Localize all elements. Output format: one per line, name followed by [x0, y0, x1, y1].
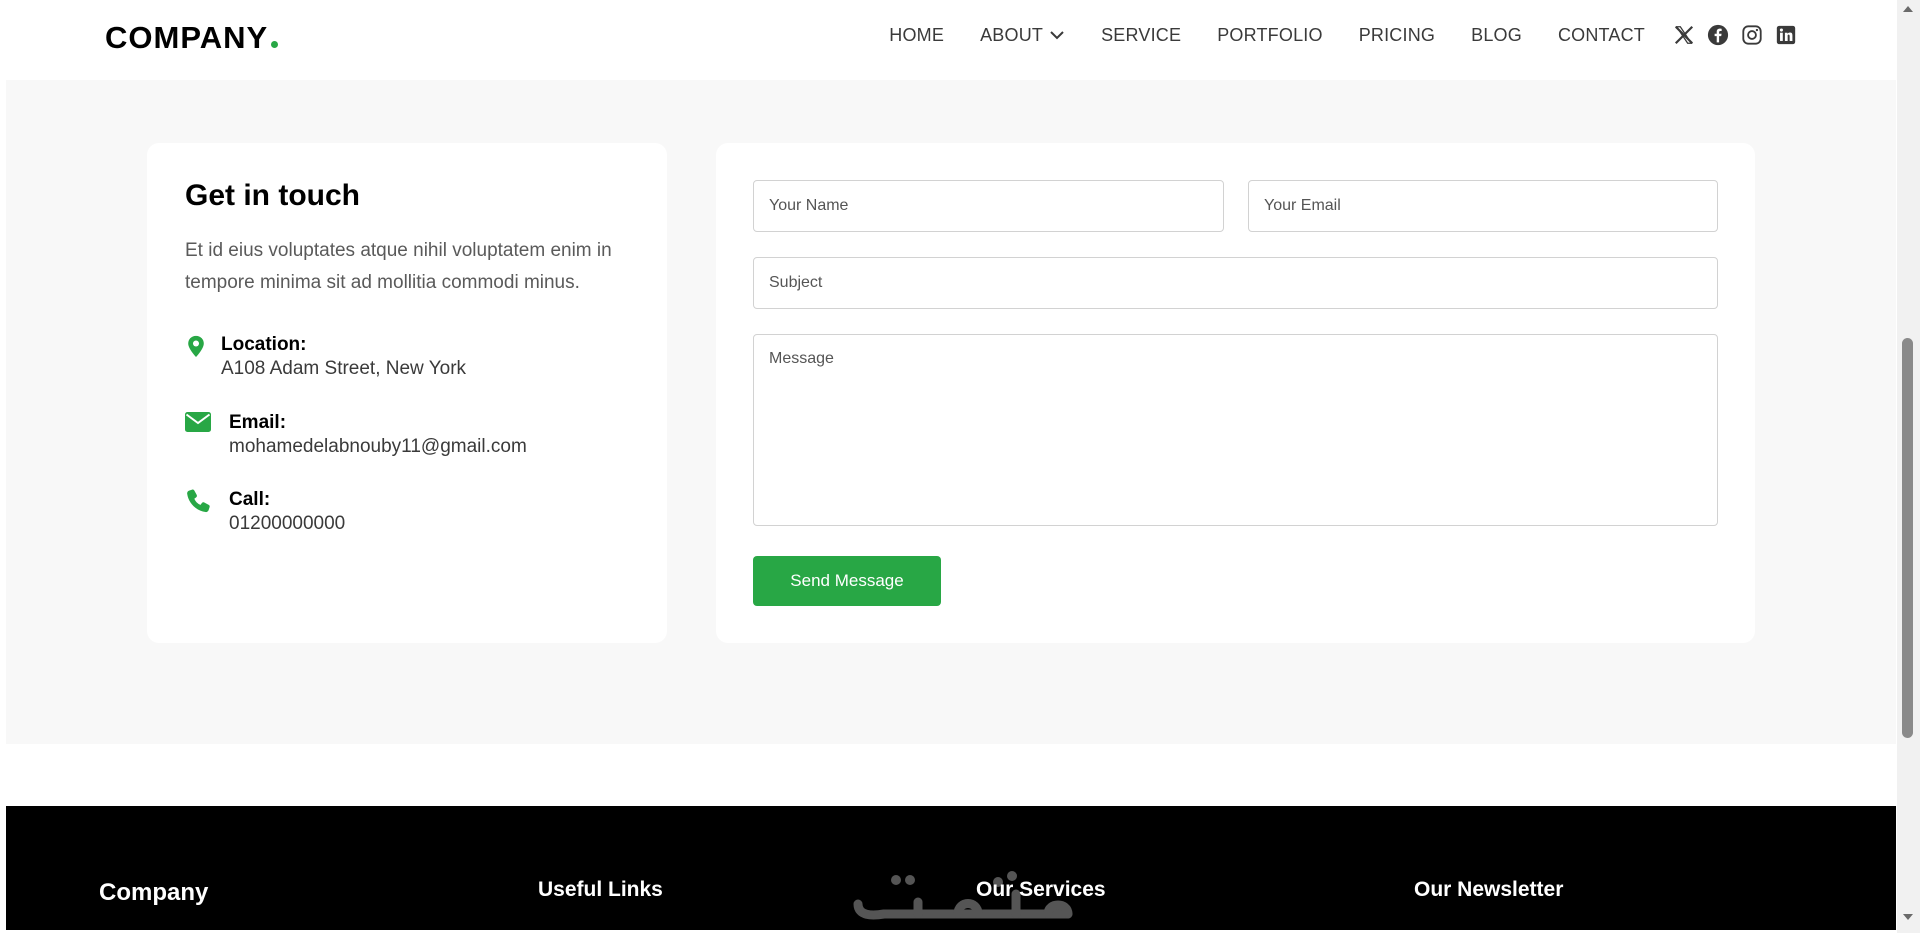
footer-company-heading: Company	[99, 879, 209, 906]
scroll-up-arrow-icon[interactable]	[1903, 6, 1913, 12]
nav-home[interactable]: HOME	[889, 25, 944, 46]
email-input[interactable]	[1248, 180, 1718, 232]
site-footer: Company Useful Links Our Services Our Ne…	[6, 806, 1896, 930]
footer-services-heading: Our Services	[976, 878, 1106, 901]
x-icon[interactable]	[1673, 24, 1695, 46]
contact-info-card: Get in touch Et id eius voluptates atque…	[147, 143, 667, 643]
nav-about[interactable]: ABOUT	[980, 25, 1065, 46]
page-viewport: COMPANY HOME ABOUT SERVICE PORTFOLIO PRI…	[6, 0, 1896, 930]
logo-dot	[271, 41, 279, 48]
scroll-down-arrow-icon[interactable]	[1903, 914, 1913, 920]
nav-about-label: ABOUT	[980, 24, 1044, 45]
call-value[interactable]: 01200000000	[229, 512, 345, 536]
location-label: Location:	[221, 334, 307, 355]
social-links	[1673, 24, 1797, 46]
nav-portfolio[interactable]: PORTFOLIO	[1217, 25, 1323, 46]
nav-home-label: HOME	[889, 24, 945, 45]
email-value[interactable]: mohamedelabnouby11@gmail.com	[229, 435, 527, 459]
nav-blog[interactable]: BLOG	[1471, 25, 1522, 46]
nav-service[interactable]: SERVICE	[1101, 25, 1181, 46]
contact-info-description: Et id eius voluptates atque nihil volupt…	[185, 240, 612, 293]
main-nav: HOME ABOUT SERVICE PORTFOLIO PRICING BLO…	[889, 24, 1797, 46]
nav-pricing-label: PRICING	[1358, 24, 1436, 45]
contact-form-card: Send Message	[716, 143, 1755, 643]
contact-info-title: Get in touch	[185, 179, 360, 212]
footer-useful-links-heading: Useful Links	[538, 878, 663, 901]
instagram-icon[interactable]	[1741, 24, 1763, 46]
location-value: A108 Adam Street, New York	[221, 358, 467, 379]
site-header: COMPANY HOME ABOUT SERVICE PORTFOLIO PRI…	[6, 0, 1896, 80]
contact-section: Get in touch Et id eius voluptates atque…	[6, 80, 1896, 744]
location-pin-icon	[188, 335, 204, 357]
info-location: Location: A108 Adam Street, New York	[185, 333, 466, 381]
name-input[interactable]	[753, 180, 1224, 232]
subject-input[interactable]	[753, 257, 1718, 309]
nav-service-label: SERVICE	[1101, 24, 1182, 45]
email-label: Email:	[229, 412, 287, 433]
site-logo[interactable]: COMPANY	[105, 20, 279, 56]
info-call: Call: 01200000000	[185, 488, 345, 536]
scrollbar-thumb[interactable]	[1902, 338, 1913, 738]
message-textarea[interactable]	[753, 334, 1718, 526]
envelope-icon	[185, 412, 211, 432]
info-email: Email: mohamedelabnouby11@gmail.com	[185, 411, 527, 459]
page-scrollbar[interactable]	[1897, 0, 1920, 933]
footer-newsletter-heading: Our Newsletter	[1414, 878, 1564, 901]
phone-icon	[187, 489, 210, 513]
nav-portfolio-label: PORTFOLIO	[1217, 24, 1323, 45]
send-message-button[interactable]: Send Message	[753, 556, 941, 606]
call-label: Call:	[229, 489, 271, 510]
nav-contact[interactable]: CONTACT	[1558, 25, 1645, 46]
facebook-icon[interactable]	[1707, 24, 1729, 46]
nav-contact-label: CONTACT	[1557, 24, 1645, 45]
linkedin-icon[interactable]	[1775, 24, 1797, 46]
nav-blog-label: BLOG	[1471, 24, 1522, 45]
nav-pricing[interactable]: PRICING	[1359, 25, 1435, 46]
logo-text: COMPANY	[105, 20, 269, 55]
chevron-down-icon	[1050, 31, 1064, 40]
